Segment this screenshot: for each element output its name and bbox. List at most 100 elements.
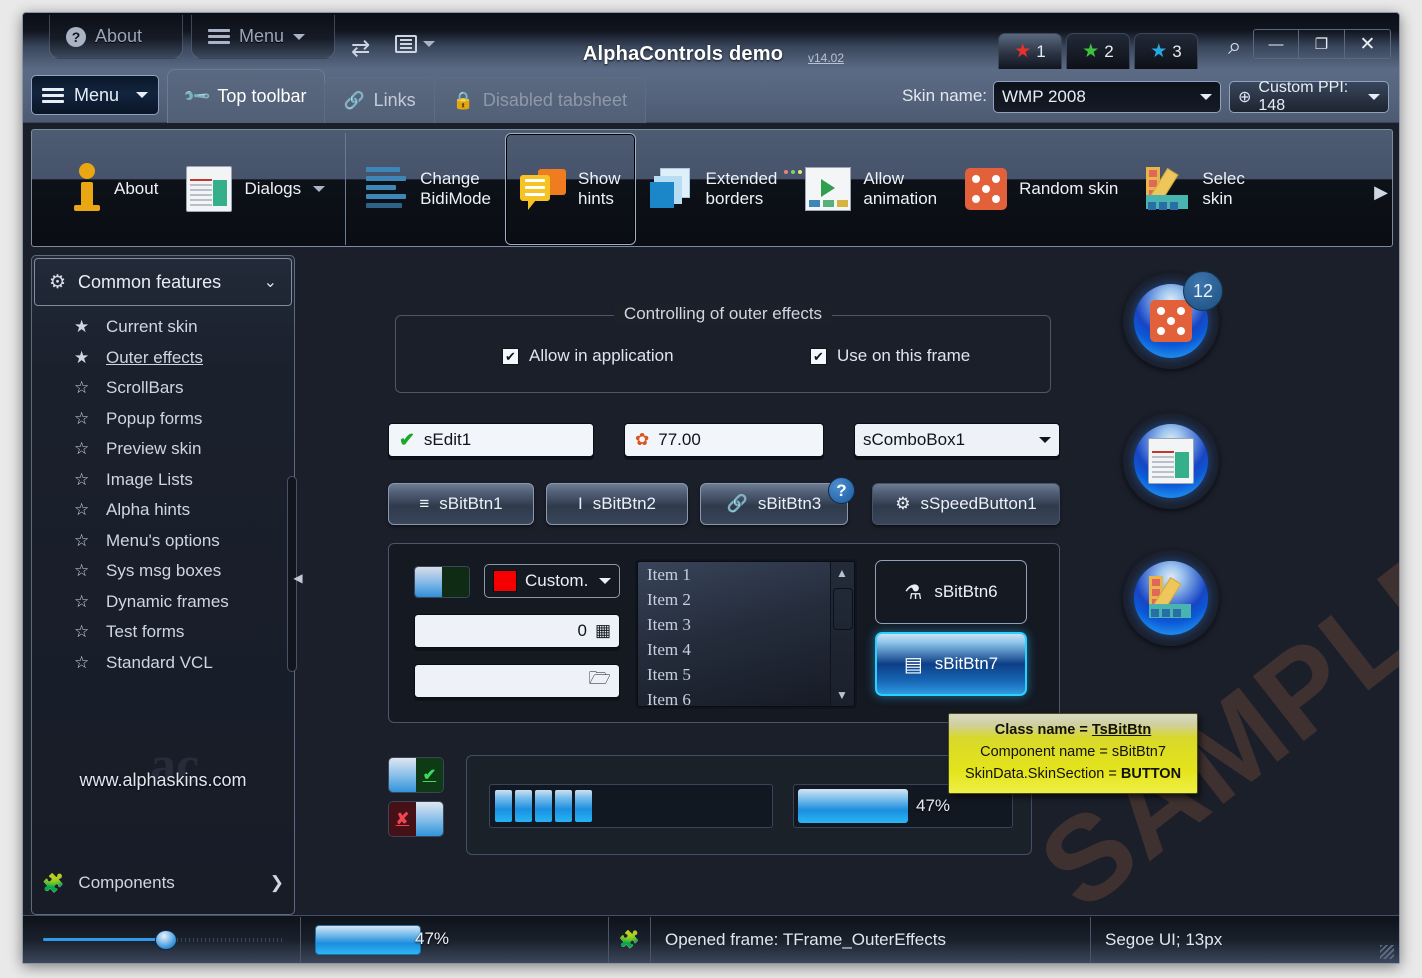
sbitbtn7-label: sBitBtn7 bbox=[935, 654, 998, 674]
sidebar-item-outer-effects[interactable]: ★ Outer effects bbox=[32, 343, 294, 374]
sidebar-item-label: Test forms bbox=[106, 622, 184, 642]
sbitbtn6-button[interactable]: ⚗ sBitBtn6 bbox=[875, 560, 1027, 624]
sidebar-item-preview-skin[interactable]: ☆ Preview skin bbox=[32, 434, 294, 465]
checkbox-allow-in-application[interactable]: ✔ Allow in application bbox=[502, 346, 674, 366]
toolbar-item-change-bidimode[interactable]: Change BidiMode bbox=[352, 134, 505, 244]
scombobox1-value: sComboBox1 bbox=[863, 430, 965, 450]
sidebar-item-alpha-hints[interactable]: ☆ Alpha hints bbox=[32, 495, 294, 526]
search-icon[interactable]: ⌕ bbox=[1228, 35, 1241, 59]
version-link[interactable]: v14.02 bbox=[808, 51, 844, 65]
toolbar-separator bbox=[345, 133, 346, 245]
check-green-icon: ✔ bbox=[399, 429, 415, 452]
star-tab-1[interactable]: ★ 1 bbox=[998, 33, 1062, 69]
sidebar-item-current-skin[interactable]: ★ Current skin bbox=[32, 312, 294, 343]
sidebar-header-common-features[interactable]: ⚙ Common features ⌄ bbox=[34, 258, 292, 306]
sidebar-item-popup-forms[interactable]: ☆ Popup forms bbox=[32, 404, 294, 435]
sidebar-item-sys-msg-boxes[interactable]: ☆ Sys msg boxes bbox=[32, 556, 294, 587]
sidebar-item-label: Image Lists bbox=[106, 470, 193, 490]
calculator-edit[interactable]: 0 ▦ bbox=[414, 614, 620, 648]
star-outline-icon: ☆ bbox=[74, 622, 92, 642]
file-picker-edit[interactable]: 🗁 bbox=[414, 664, 620, 698]
list-item[interactable]: Item 4 bbox=[638, 637, 854, 662]
sidebar-item-test-forms[interactable]: ☆ Test forms bbox=[32, 617, 294, 648]
round-button-select-skin[interactable] bbox=[1123, 550, 1219, 646]
sspeedbutton1-button[interactable]: ⚙ sSpeedButton1 bbox=[872, 483, 1060, 525]
folder-open-icon[interactable]: 🗁 bbox=[589, 666, 611, 696]
sbitbtn3-label: sBitBtn3 bbox=[758, 494, 821, 514]
list-item[interactable]: Item 5 bbox=[638, 662, 854, 687]
tab-top-toolbar[interactable]: 🔧 Top toolbar bbox=[167, 69, 325, 123]
spin-edit-77-value: 77.00 bbox=[658, 430, 701, 450]
sbitbtn1-button[interactable]: ≡ sBitBtn1 bbox=[388, 483, 534, 525]
round-button-dialogs[interactable] bbox=[1123, 413, 1219, 509]
listbox-scrollbar[interactable]: ▲ ▼ bbox=[830, 562, 854, 706]
resize-grip[interactable] bbox=[1380, 945, 1394, 959]
close-button[interactable]: ✕ bbox=[1345, 29, 1391, 59]
star-tab-2[interactable]: ★ 2 bbox=[1066, 33, 1130, 69]
spin-edit-77-field[interactable]: ✿ 77.00 bbox=[624, 423, 824, 457]
list-item[interactable]: Item 6 bbox=[638, 687, 854, 707]
star-tab-3[interactable]: ★ 3 bbox=[1134, 33, 1198, 69]
toggle-switch-1[interactable] bbox=[414, 566, 470, 598]
menu-button[interactable]: Menu bbox=[31, 75, 159, 115]
listbox-dropdown-button[interactable] bbox=[395, 35, 435, 53]
toggle-switch-check[interactable]: ✔ bbox=[388, 757, 444, 793]
sbitbtn2-button[interactable]: I sBitBtn2 bbox=[546, 483, 688, 525]
slider-knob[interactable] bbox=[155, 930, 177, 950]
list-item[interactable]: Item 3 bbox=[638, 612, 854, 637]
scrollbar-thumb[interactable] bbox=[833, 588, 853, 630]
sidebar-item-image-lists[interactable]: ☆ Image Lists bbox=[32, 465, 294, 496]
toggle-switch-cross[interactable]: ✘ bbox=[388, 801, 444, 837]
checkbox-use-on-this-frame[interactable]: ✔ Use on this frame bbox=[810, 346, 970, 366]
calculator-icon[interactable]: ▦ bbox=[595, 621, 611, 641]
chevron-down-icon[interactable] bbox=[313, 186, 325, 192]
sidebar-item-dynamic-frames[interactable]: ☆ Dynamic frames bbox=[32, 587, 294, 618]
titlebar-menu-button[interactable]: Menu bbox=[191, 15, 335, 59]
scombobox1[interactable]: sComboBox1 bbox=[854, 423, 1060, 457]
hamburger-icon bbox=[42, 85, 64, 106]
slider-ticks bbox=[161, 938, 282, 942]
listbox[interactable]: Item 1 Item 2 Item 3 Item 4 Item 5 Item … bbox=[637, 561, 855, 707]
palette-icon bbox=[1146, 167, 1190, 211]
sidebar-item-scrollbars[interactable]: ☆ ScrollBars bbox=[32, 373, 294, 404]
sidebar-footer-components[interactable]: 🧩 Components ❯ bbox=[42, 862, 284, 904]
list-item[interactable]: Item 2 bbox=[638, 587, 854, 612]
toolbar-item-about[interactable]: About bbox=[58, 134, 172, 244]
sidebar-item-menus-options[interactable]: ☆ Menu's options bbox=[32, 526, 294, 557]
swap-icon[interactable]: ⇄ bbox=[351, 37, 370, 60]
toolbar-item-show-hints[interactable]: Show hints bbox=[505, 133, 636, 245]
sidebar-item-label: Preview skin bbox=[106, 439, 201, 459]
custom-ppi-combo[interactable]: ⊕ Custom PPI: 148 bbox=[1229, 81, 1389, 113]
minimize-button[interactable]: — bbox=[1253, 29, 1299, 59]
scroll-down-icon[interactable]: ▼ bbox=[836, 688, 848, 702]
book-icon: ▤ bbox=[904, 652, 923, 677]
help-badge-icon[interactable]: ? bbox=[828, 477, 855, 504]
segmented-progress-bar bbox=[489, 784, 773, 828]
toolbar-item-allow-animation[interactable]: Allow animation bbox=[791, 134, 951, 244]
status-bar: 47% 🧩 Opened frame: TFrame_OuterEffects … bbox=[23, 915, 1399, 963]
toolbar-scroll-right-button[interactable]: ▶ bbox=[1374, 182, 1388, 203]
alphaskins-url[interactable]: www.alphaskins.com bbox=[32, 770, 294, 791]
sidebar-item-label: Standard VCL bbox=[106, 653, 213, 673]
toolbar-item-dialogs[interactable]: Dialogs bbox=[172, 134, 339, 244]
toolbar-item-select-skin[interactable]: Selec skin bbox=[1132, 134, 1259, 244]
toolbar-item-extended-borders[interactable]: Extended borders bbox=[636, 134, 792, 244]
sidebar-item-standard-vcl[interactable]: ☆ Standard VCL bbox=[32, 648, 294, 679]
maximize-button[interactable]: ❐ bbox=[1299, 29, 1345, 59]
chevron-down-icon bbox=[599, 578, 611, 584]
tab-links[interactable]: 🔗 Links bbox=[324, 77, 434, 123]
round-button-random-skin[interactable]: 12 bbox=[1123, 273, 1219, 369]
star-filled-icon: ★ bbox=[74, 317, 92, 337]
toolbar-item-random-skin[interactable]: Random skin bbox=[951, 134, 1132, 244]
color-combo[interactable]: Custom. bbox=[484, 564, 620, 598]
sedit1-field[interactable]: ✔ sEdit1 bbox=[388, 423, 594, 457]
sbitbtn7-button[interactable]: ▤ sBitBtn7 bbox=[875, 632, 1027, 696]
skin-name-combo[interactable]: WMP 2008 bbox=[993, 81, 1221, 113]
scroll-up-icon[interactable]: ▲ bbox=[836, 566, 848, 580]
toolbar-items: About Dialogs Change BidiMode bbox=[58, 130, 1370, 247]
sbitbtn3-button[interactable]: 🔗 sBitBtn3 bbox=[700, 483, 848, 525]
about-button[interactable]: ? About bbox=[49, 15, 183, 59]
checkbox-icon: ✔ bbox=[502, 348, 519, 365]
zoom-slider[interactable] bbox=[43, 930, 286, 950]
list-item[interactable]: Item 1 bbox=[638, 562, 854, 587]
